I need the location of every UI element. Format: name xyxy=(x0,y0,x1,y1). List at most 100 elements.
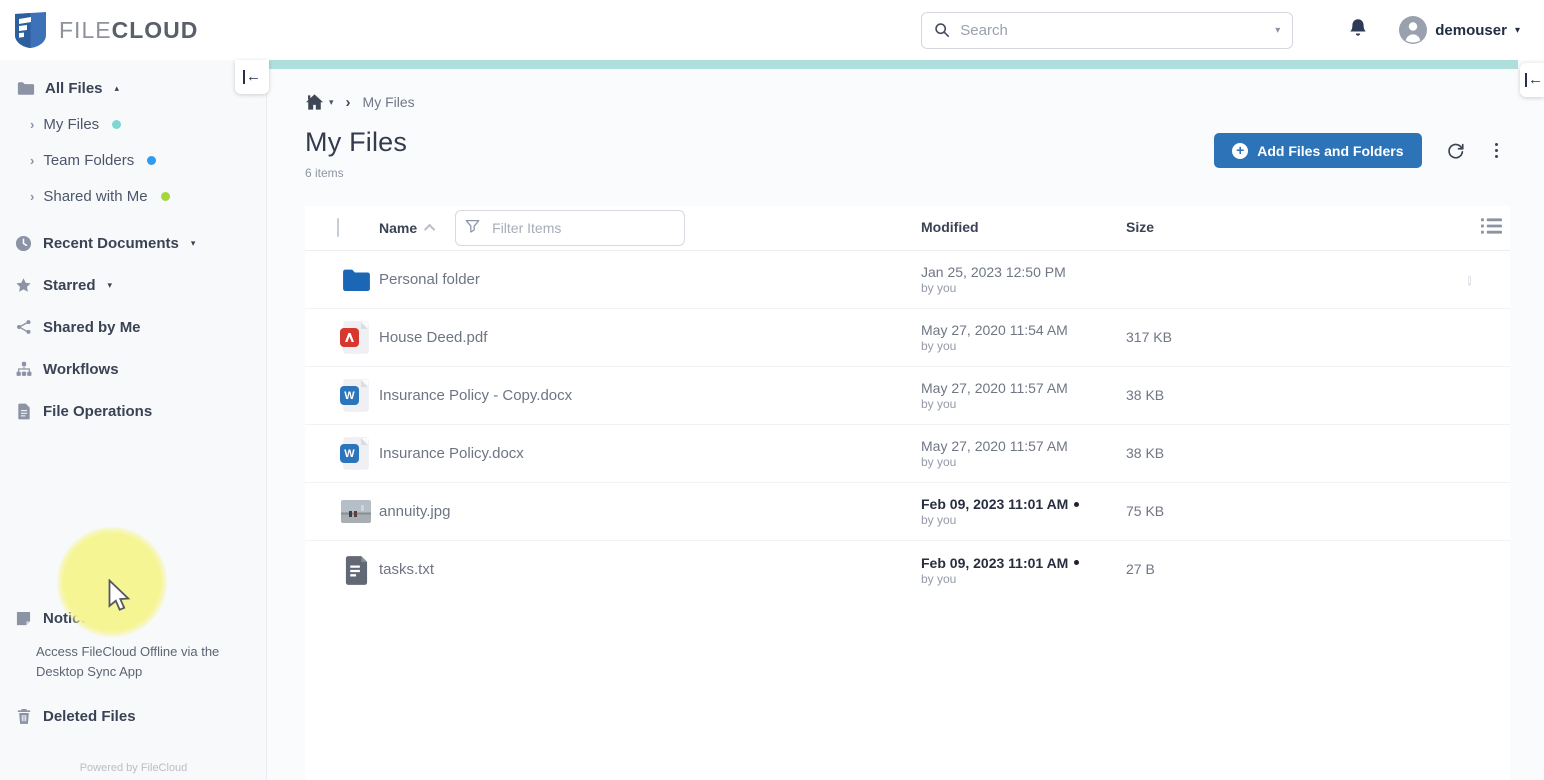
file-size: 38 KB xyxy=(1126,445,1164,461)
caret-down-icon: ▾ xyxy=(329,97,334,108)
right-panel-collapse-button[interactable]: ← xyxy=(1520,63,1544,97)
sidebar-item-notice[interactable]: Notice ▴ xyxy=(0,604,267,632)
header-right: demouser ▾ xyxy=(1349,16,1520,44)
search-scope-caret-icon[interactable]: ▾ xyxy=(1275,25,1280,36)
column-header-name[interactable]: Name xyxy=(379,220,417,236)
select-all-checkbox[interactable] xyxy=(337,218,339,237)
filter-funnel-icon xyxy=(465,219,480,233)
modified-by: by you xyxy=(921,455,1126,469)
sidebar-item-workflows[interactable]: Workflows xyxy=(0,348,267,390)
table-row[interactable]: W Insurance Policy - Copy.docx May 27, 2… xyxy=(305,367,1510,425)
chevron-right-icon: › xyxy=(30,189,34,204)
file-type-icon: W xyxy=(333,556,379,585)
sidebar-item-label: Shared with Me xyxy=(43,188,147,205)
refresh-icon xyxy=(1446,141,1465,160)
modified-date: Feb 09, 2023 11:01 AM xyxy=(921,496,1068,512)
word-badge-icon: W xyxy=(340,386,359,405)
table-row[interactable]: W annuity.jpg Feb 09, 2023 11:01 AM by y… xyxy=(305,483,1510,541)
app-header: FILECLOUD ▾ demouser ▾ xyxy=(0,0,1544,60)
file-name[interactable]: Insurance Policy - Copy.docx xyxy=(379,387,572,404)
sidebar-item-label: Starred xyxy=(43,277,96,294)
file-type-icon: W xyxy=(333,438,379,469)
notifications-bell-icon[interactable] xyxy=(1349,18,1367,43)
star-icon xyxy=(14,277,33,294)
add-files-button[interactable]: + Add Files and Folders xyxy=(1214,133,1421,168)
file-size: 317 KB xyxy=(1126,329,1172,345)
table-row[interactable]: W tasks.txt Feb 09, 2023 11:01 AM by you… xyxy=(305,541,1510,599)
user-name: demouser xyxy=(1435,22,1507,39)
sidebar-item-label: Team Folders xyxy=(43,152,134,169)
sidebar-item-all-files[interactable]: All Files ▴ xyxy=(0,70,267,106)
modified-date: May 27, 2020 11:54 AM xyxy=(921,322,1068,338)
file-rows: W Personal folder Jan 25, 2023 12:50 PM … xyxy=(305,251,1510,599)
folder-icon xyxy=(16,81,35,96)
sidebar-item-label: Shared by Me xyxy=(43,319,141,336)
sidebar-bottom: Notice ▴ Access FileCloud Offline via th… xyxy=(0,604,267,780)
modified-date: May 27, 2020 11:57 AM xyxy=(921,438,1068,454)
column-header-modified[interactable]: Modified xyxy=(921,219,979,235)
main-content: ▾ › My Files My Files 6 items + Add File… xyxy=(267,69,1544,780)
sidebar-item-label: All Files xyxy=(45,80,103,97)
share-icon xyxy=(14,319,33,335)
sidebar-item-my-files[interactable]: › My Files xyxy=(0,106,267,142)
loading-bar xyxy=(267,60,1518,69)
sidebar-item-label: Workflows xyxy=(43,361,119,378)
clock-icon xyxy=(14,235,33,252)
sidebar-item-team-folders[interactable]: › Team Folders xyxy=(0,142,267,178)
search-input[interactable] xyxy=(960,22,1265,39)
sidebar-collapse-button[interactable]: ← xyxy=(235,60,269,94)
sidebar-item-shared-with-me[interactable]: › Shared with Me xyxy=(0,178,267,214)
refresh-button[interactable] xyxy=(1442,137,1469,164)
global-search: ▾ xyxy=(921,12,1293,49)
text-file-icon xyxy=(344,556,369,585)
workflow-icon xyxy=(14,361,33,377)
sidebar: ← All Files ▴ › My Files › Team Folders xyxy=(0,60,267,780)
filecloud-shield-icon xyxy=(14,11,47,49)
table-row[interactable]: W House Deed.pdf May 27, 2020 11:54 AM b… xyxy=(305,309,1510,367)
user-menu[interactable]: demouser ▾ xyxy=(1399,16,1520,44)
file-type-icon: W xyxy=(333,322,379,353)
recent-change-dot xyxy=(1074,502,1079,507)
table-row[interactable]: W Personal folder Jan 25, 2023 12:50 PM … xyxy=(305,251,1510,309)
info-icon[interactable]: i xyxy=(1468,275,1471,286)
breadcrumb-home[interactable]: ▾ xyxy=(305,93,334,111)
sidebar-item-deleted-files[interactable]: Deleted Files xyxy=(0,696,267,736)
page-title: My Files xyxy=(305,127,407,158)
powered-by: Powered by FileCloud xyxy=(0,736,267,780)
status-dot xyxy=(112,120,121,129)
file-type-icon: W xyxy=(333,380,379,411)
table-row[interactable]: W Insurance Policy.docx May 27, 2020 11:… xyxy=(305,425,1510,483)
file-name[interactable]: Personal folder xyxy=(379,271,480,288)
file-name[interactable]: annuity.jpg xyxy=(379,503,450,520)
user-menu-caret-icon: ▾ xyxy=(1515,25,1520,36)
more-options-button[interactable] xyxy=(1489,139,1505,163)
sort-ascending-icon[interactable] xyxy=(424,224,435,235)
sidebar-item-shared-by-me[interactable]: Shared by Me xyxy=(0,306,267,348)
table-header: Name Modified Size xyxy=(305,206,1510,251)
collapse-left-icon: ← xyxy=(1525,73,1543,87)
file-name[interactable]: Insurance Policy.docx xyxy=(379,445,524,462)
modified-date: Jan 25, 2023 12:50 PM xyxy=(921,264,1066,280)
word-file-icon: W xyxy=(344,438,368,469)
avatar xyxy=(1399,16,1427,44)
pdf-file-icon xyxy=(344,322,368,353)
caret-down-icon: ▾ xyxy=(191,238,196,249)
list-view-toggle[interactable] xyxy=(1481,217,1502,240)
file-name[interactable]: tasks.txt xyxy=(379,561,434,578)
modified-by: by you xyxy=(921,281,1126,295)
sidebar-item-label: File Operations xyxy=(43,403,152,420)
filter-input[interactable] xyxy=(455,210,685,246)
file-size: 38 KB xyxy=(1126,387,1164,403)
file-name[interactable]: House Deed.pdf xyxy=(379,329,487,346)
title-actions: + Add Files and Folders xyxy=(1214,133,1504,168)
column-header-size[interactable]: Size xyxy=(1126,219,1154,235)
modified-by: by you xyxy=(921,397,1126,411)
file-type-icon: W xyxy=(333,268,379,291)
sidebar-item-starred[interactable]: Starred ▾ xyxy=(0,264,267,306)
sidebar-item-label: Notice xyxy=(43,610,89,627)
sidebar-item-recent-documents[interactable]: Recent Documents ▾ xyxy=(0,222,267,264)
modified-date: May 27, 2020 11:57 AM xyxy=(921,380,1068,396)
filecloud-logo[interactable]: FILECLOUD xyxy=(14,11,198,49)
sidebar-item-file-operations[interactable]: File Operations xyxy=(0,390,267,432)
title-row: My Files 6 items + Add Files and Folders xyxy=(305,127,1544,180)
